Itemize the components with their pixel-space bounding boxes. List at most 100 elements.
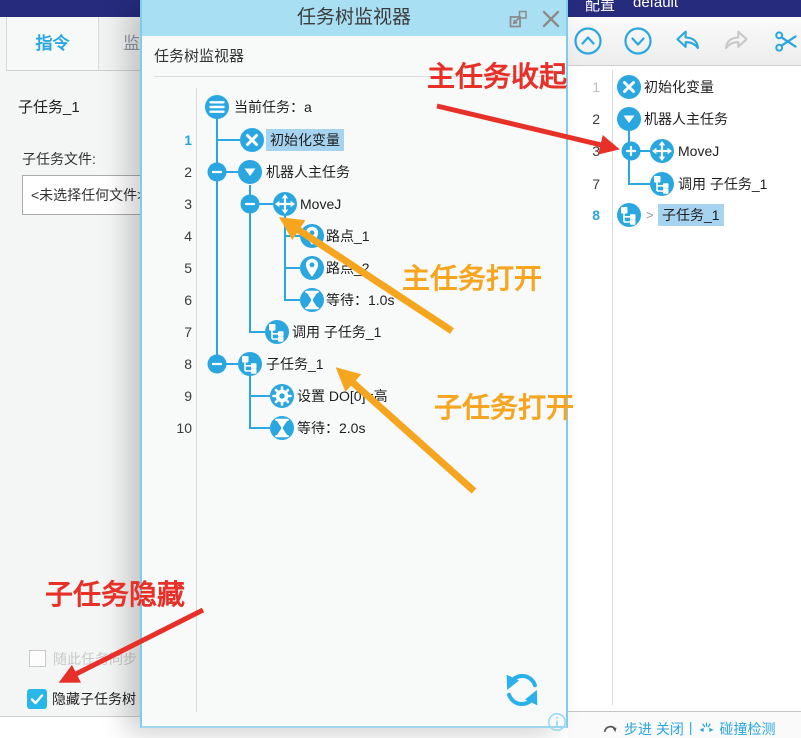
check-icon <box>30 692 44 706</box>
row-number-divider <box>612 70 613 705</box>
info-button[interactable] <box>547 712 567 737</box>
subtask-file-label: 子任务文件: <box>22 149 96 169</box>
program-tree-panel: 1 2 3 7 8 初始化变量 机器人主任务 MoveJ 调用 子任务_1 > <box>568 0 801 738</box>
close-button[interactable] <box>539 7 563 31</box>
row-number: 1 <box>168 132 192 148</box>
redo-button[interactable] <box>720 25 752 57</box>
status-divider: | <box>689 719 693 735</box>
tree-connector <box>285 299 300 301</box>
subtask-icon <box>238 352 262 376</box>
row-number: 8 <box>576 207 600 223</box>
tree-connector <box>250 427 270 429</box>
tree-row[interactable]: MoveJ <box>678 143 719 159</box>
current-task-icon <box>205 95 229 119</box>
row-number: 6 <box>168 292 192 308</box>
tree-row[interactable]: 调用 子任务_1 <box>292 322 381 342</box>
tree-row[interactable]: 机器人主任务 <box>644 109 728 129</box>
chevron-down-circle-icon <box>623 26 653 56</box>
tree-row[interactable]: 设置 DO[0]=高 <box>297 386 388 406</box>
step-icon <box>602 721 619 736</box>
tree-toolbar <box>568 17 801 66</box>
row-number: 3 <box>576 143 600 159</box>
redo-icon <box>722 27 750 55</box>
task-tree-monitor-dialog: 任务树监视器 任务树监视器 1 2 3 4 5 6 7 8 9 10 <box>140 0 568 728</box>
current-task-label: 当前任务：a <box>234 97 312 117</box>
row-number: 2 <box>168 164 192 180</box>
popout-button[interactable] <box>506 7 530 31</box>
init-variable-icon <box>617 75 641 99</box>
tree-connector <box>629 183 652 185</box>
row-number: 3 <box>168 196 192 212</box>
wait-icon <box>270 416 294 440</box>
tree-row[interactable]: 初始化变量 <box>644 77 714 97</box>
collapse-node-button[interactable] <box>208 355 227 374</box>
row-number: 9 <box>168 388 192 404</box>
sync-task-checkbox-label: 随此任务同步 <box>53 649 137 669</box>
row-number: 7 <box>168 324 192 340</box>
collapsed-marker[interactable]: > <box>646 208 654 223</box>
subtask-call-icon <box>650 172 674 196</box>
tree-connector <box>250 331 265 333</box>
expand-all-button[interactable] <box>622 25 654 57</box>
undo-button[interactable] <box>672 25 704 57</box>
row-number-divider <box>196 88 197 712</box>
cut-button[interactable] <box>770 25 801 57</box>
hide-subtask-checkbox[interactable] <box>27 689 47 709</box>
collapse-node-button[interactable] <box>241 195 260 214</box>
collision-icon <box>698 721 715 736</box>
dialog-titlebar[interactable]: 任务树监视器 <box>142 0 566 36</box>
hide-subtask-checkbox-label: 隐藏子任务树 <box>52 689 136 709</box>
tab-instructions[interactable]: 指令 <box>7 17 99 70</box>
undo-icon <box>674 27 702 55</box>
waypoint-icon <box>300 224 324 248</box>
subtitle-divider <box>154 76 554 77</box>
info-icon <box>547 712 567 732</box>
tree-row[interactable]: 路点_2 <box>326 258 370 278</box>
tree-row[interactable]: 等待：2.0s <box>297 418 365 438</box>
tree-connector <box>285 267 300 269</box>
menu-config[interactable]: 配置 <box>585 0 615 15</box>
set-do-icon <box>270 384 294 408</box>
menu-config-value[interactable]: default <box>633 0 678 11</box>
wait-icon <box>300 288 324 312</box>
scissors-icon <box>773 28 800 55</box>
tree-row-selected[interactable]: 子任务_1 <box>658 204 724 226</box>
row-number: 5 <box>168 260 192 276</box>
tree-row[interactable]: 调用 子任务_1 <box>678 174 767 194</box>
waypoint-icon <box>300 256 324 280</box>
tree-connector <box>249 376 251 429</box>
tree-row[interactable]: 机器人主任务 <box>266 162 350 182</box>
tree-connector <box>217 139 240 141</box>
tree-row[interactable]: 子任务_1 <box>266 354 324 374</box>
tree-connector <box>285 235 300 237</box>
tree-row[interactable]: 路点_1 <box>326 226 370 246</box>
row-number: 1 <box>576 79 600 95</box>
collision-status-label[interactable]: 碰撞检测 <box>720 719 776 738</box>
tree-row-selected[interactable]: 初始化变量 <box>266 129 344 151</box>
row-number: 4 <box>168 228 192 244</box>
step-status-label[interactable]: 步进 关闭 <box>624 719 684 738</box>
close-icon <box>540 8 562 30</box>
movej-icon <box>650 139 674 163</box>
tree-connector <box>216 118 218 365</box>
chevron-up-circle-icon <box>573 26 603 56</box>
row-number: 7 <box>576 176 600 192</box>
refresh-icon <box>499 667 545 713</box>
collapse-all-button[interactable] <box>572 25 604 57</box>
sync-task-checkbox[interactable] <box>29 650 46 667</box>
row-number: 2 <box>576 111 600 127</box>
init-variable-icon <box>240 128 264 152</box>
main-task-icon <box>617 107 641 131</box>
subtask-call-icon <box>265 320 289 344</box>
expand-node-button[interactable] <box>622 142 641 161</box>
movej-icon <box>273 192 297 216</box>
collapse-node-button[interactable] <box>208 163 227 182</box>
tree-connector <box>284 216 286 301</box>
tree-row[interactable]: MoveJ <box>300 196 341 212</box>
refresh-button[interactable] <box>499 667 545 718</box>
app-window: 指令 监控 子任务_1 子任务文件: <未选择任何文件> 随此任务同步 隐藏子任… <box>0 0 801 738</box>
main-task-icon <box>238 160 262 184</box>
dialog-title: 任务树监视器 <box>142 0 566 36</box>
row-number: 10 <box>168 420 192 436</box>
tree-row[interactable]: 等待：1.0s <box>326 290 394 310</box>
